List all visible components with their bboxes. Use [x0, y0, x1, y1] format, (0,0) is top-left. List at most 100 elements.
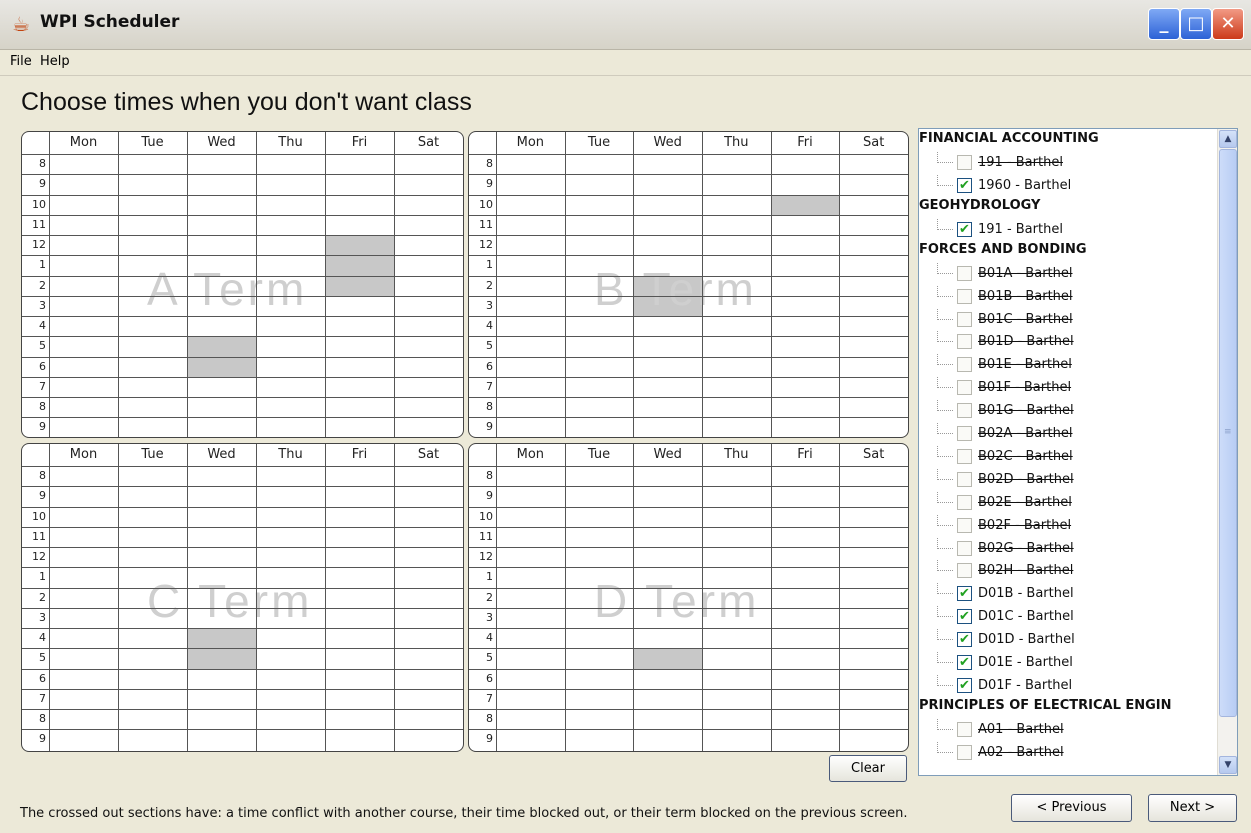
- section-row[interactable]: B01D - Barthel: [937, 331, 1207, 353]
- section-row[interactable]: B01E - Barthel: [937, 354, 1207, 376]
- section-row[interactable]: ✔ D01B - Barthel: [937, 583, 1207, 605]
- footer-note: The crossed out sections have: a time co…: [20, 806, 908, 821]
- maximize-button[interactable]: □: [1180, 8, 1212, 40]
- section-checkbox: [957, 721, 972, 737]
- day-header: Thu: [278, 447, 303, 462]
- previous-button[interactable]: < Previous: [1011, 794, 1132, 822]
- grid-row-line: [22, 214, 463, 216]
- grid-row-line: [469, 417, 908, 419]
- section-row[interactable]: B01A - Barthel: [937, 262, 1207, 285]
- term-grid-d[interactable]: D Term Mon Tue Wed Thu Fri Sat 8 9 10 11 12 1 2 3 4 5 6 7 8…: [468, 443, 909, 752]
- section-row[interactable]: B02D - Barthel: [937, 468, 1207, 491]
- section-row[interactable]: ✔ D01D - Barthel: [937, 629, 1207, 651]
- section-row[interactable]: B01B - Barthel: [937, 285, 1207, 308]
- menu-file[interactable]: File: [10, 54, 32, 69]
- section-checkbox-checked[interactable]: ✔: [957, 609, 972, 625]
- section-row[interactable]: ✔ D01E - Barthel: [937, 652, 1207, 674]
- course-node[interactable]: FORCES AND BONDING: [919, 242, 1087, 257]
- section-label: B01D - Barthel: [978, 334, 1074, 350]
- term-grid-a[interactable]: A Term Mon Tue Wed Thu Fri Sat 8 9 10 11 12 1 2 3 4 5 6 7 8…: [21, 131, 464, 438]
- day-header: Mon: [516, 447, 545, 462]
- section-checkbox: [957, 471, 972, 487]
- section-label: D01B - Barthel: [978, 586, 1074, 602]
- hour-label: 2: [486, 278, 493, 292]
- grid-row-line: [469, 466, 908, 467]
- hour-label: 12: [32, 238, 46, 251]
- hour-label: 9: [39, 420, 46, 434]
- next-button[interactable]: Next >: [1148, 794, 1237, 822]
- section-label: B01G - Barthel: [978, 403, 1074, 419]
- grid-row-line: [22, 194, 463, 196]
- blocked-time-cell[interactable]: [633, 648, 702, 669]
- hour-label: 11: [32, 217, 46, 231]
- section-row[interactable]: B02C - Barthel: [937, 445, 1207, 468]
- minimize-button[interactable]: _: [1148, 8, 1180, 40]
- section-row[interactable]: ✔ 1960 - Barthel: [937, 174, 1207, 197]
- section-label: B01C - Barthel: [978, 311, 1073, 327]
- section-checkbox-checked[interactable]: ✔: [957, 221, 972, 237]
- course-section-tree[interactable]: FINANCIAL ACCOUNTING 191 - Barthel ✔ 1960 -…: [918, 128, 1238, 776]
- section-checkbox-checked[interactable]: ✔: [957, 655, 972, 670]
- blocked-time-cell[interactable]: [770, 194, 840, 215]
- grid-column-line: [496, 132, 497, 437]
- grid-column-line: [770, 444, 772, 751]
- course-node[interactable]: PRINCIPLES OF ELECTRICAL ENGIN: [919, 698, 1172, 713]
- grid-column-line: [702, 444, 703, 751]
- section-checkbox: [957, 563, 972, 579]
- section-row[interactable]: ✔ D01F - Barthel: [937, 674, 1207, 697]
- term-watermark-label: C Term: [147, 575, 313, 627]
- section-row[interactable]: 191 - Barthel: [937, 152, 1207, 174]
- day-header: Tue: [141, 447, 164, 462]
- hour-label: 8: [39, 400, 46, 413]
- hour-label: 6: [39, 359, 46, 373]
- hour-label: 9: [486, 732, 493, 746]
- grid-column-line: [633, 132, 635, 437]
- section-row[interactable]: B02A - Barthel: [937, 423, 1207, 445]
- grid-column-line: [394, 132, 395, 437]
- section-row[interactable]: A01 - Barthel: [937, 718, 1207, 741]
- section-label: B02F - Barthel: [978, 517, 1072, 533]
- section-checkbox-checked[interactable]: ✔: [957, 177, 972, 193]
- section-row[interactable]: B01G - Barthel: [937, 400, 1207, 422]
- section-checkbox-checked[interactable]: ✔: [957, 586, 972, 602]
- grid-column-line: [633, 444, 635, 751]
- clear-button[interactable]: Clear: [829, 755, 907, 782]
- course-node[interactable]: FINANCIAL ACCOUNTING: [919, 131, 1099, 146]
- section-row[interactable]: B02H - Barthel: [937, 560, 1207, 582]
- hour-label: 2: [39, 278, 46, 292]
- hour-label: 1: [486, 570, 493, 584]
- title-bar[interactable]: ☕ WPI Scheduler _ □ ✕: [0, 0, 1251, 50]
- grid-row-line: [22, 417, 463, 419]
- scrollbar-thumb[interactable]: ≡: [1219, 149, 1237, 717]
- section-checkbox: [957, 311, 972, 327]
- section-row[interactable]: B02F - Barthel: [937, 514, 1207, 537]
- grip-icon: ≡: [1224, 427, 1232, 437]
- section-row[interactable]: A02 - Barthel: [937, 741, 1207, 764]
- section-row[interactable]: B02E - Barthel: [937, 491, 1207, 514]
- term-grid-b[interactable]: B Term Mon Tue Wed Thu Fri Sat 8 9 10 11 12 1 2 3 4 5 6 7 8…: [468, 131, 909, 438]
- hour-label: 5: [39, 339, 46, 353]
- vertical-scrollbar[interactable]: ▲ ≡ ▼: [1217, 129, 1237, 775]
- term-grid-c[interactable]: C Term Mon Tue Wed Thu Fri Sat 8 9 10 11 12 1 2 3 4 5 6 7 8…: [21, 443, 464, 752]
- section-checkbox-checked[interactable]: ✔: [957, 677, 972, 693]
- scroll-down-arrow-icon[interactable]: ▼: [1219, 756, 1237, 774]
- grid-row-line: [469, 607, 908, 609]
- close-button[interactable]: ✕: [1212, 8, 1244, 40]
- section-row[interactable]: B02G - Barthel: [937, 537, 1207, 560]
- tree-connector: [937, 377, 953, 389]
- blocked-time-cell[interactable]: [325, 235, 394, 296]
- hour-label: 6: [39, 671, 46, 685]
- section-label: B02E - Barthel: [978, 494, 1072, 510]
- menu-help[interactable]: Help: [40, 54, 70, 69]
- course-node[interactable]: GEOHYDROLOGY: [919, 198, 1040, 213]
- section-checkbox-checked[interactable]: ✔: [957, 632, 972, 648]
- hour-label: 11: [479, 217, 493, 231]
- grid-row-line: [22, 729, 463, 731]
- grid-column-line: [187, 444, 188, 751]
- section-row[interactable]: ✔ D01C - Barthel: [937, 606, 1207, 628]
- day-header: Fri: [797, 135, 813, 150]
- section-row[interactable]: B01F - Barthel: [937, 377, 1207, 399]
- section-row[interactable]: ✔ 191 - Barthel: [937, 218, 1207, 241]
- section-row[interactable]: B01C - Barthel: [937, 308, 1207, 331]
- scroll-up-arrow-icon[interactable]: ▲: [1219, 130, 1237, 148]
